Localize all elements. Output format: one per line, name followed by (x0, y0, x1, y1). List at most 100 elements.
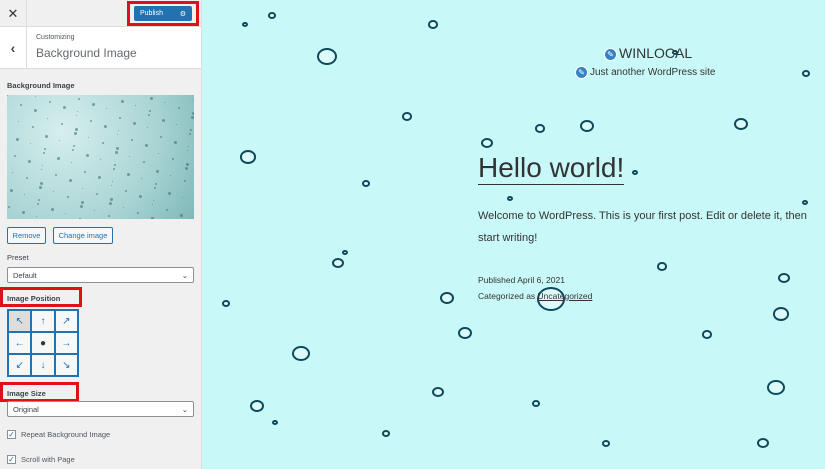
water-drop (268, 12, 276, 19)
water-drop (317, 48, 337, 65)
bg-image-label: Background Image (7, 81, 75, 90)
thumb-speck (32, 126, 34, 128)
thumb-speck (109, 202, 112, 205)
thumb-speck (26, 177, 28, 179)
position-bottom-right[interactable]: ↘ (54, 354, 78, 376)
checkmark-icon[interactable]: ✓ (7, 430, 16, 439)
position-right[interactable]: → (54, 332, 78, 354)
thumb-speck (118, 130, 119, 131)
thumb-speck (111, 185, 112, 186)
position-left[interactable]: ← (8, 332, 32, 354)
thumb-speck (191, 116, 194, 119)
close-icon[interactable]: ✕ (0, 0, 27, 27)
thumb-speck (170, 175, 171, 176)
thumb-speck (164, 102, 165, 103)
thumb-speck (34, 109, 37, 112)
thumb-speck (110, 198, 113, 201)
image-position-grid: ↖ ↑ ↗ ← ● → ↙ ↓ ↘ (7, 309, 79, 377)
thumb-speck (57, 157, 60, 160)
size-value: Original (13, 404, 39, 414)
thumb-speck (61, 123, 63, 125)
position-top-left[interactable]: ↖ (8, 310, 32, 332)
water-drop (632, 170, 638, 176)
thumb-speck (38, 199, 40, 201)
thumb-speck (119, 117, 121, 119)
category-link[interactable]: Uncategorized (538, 291, 593, 301)
thumb-speck (67, 196, 69, 198)
thumb-speck (113, 168, 115, 170)
thumb-speck (8, 206, 10, 208)
thumb-speck (116, 147, 119, 150)
water-drop (757, 438, 769, 449)
thumb-speck (14, 155, 16, 157)
thumb-speck (155, 183, 157, 185)
chevron-down-icon: ⌄ (181, 404, 188, 414)
thumb-speck (40, 182, 43, 185)
water-drop (428, 20, 438, 29)
water-drop (767, 380, 785, 396)
site-preview: ✎ WINLOCAL ✎ Just another WordPress site H… (202, 0, 825, 469)
thumb-speck (72, 149, 74, 151)
thumb-speck (150, 97, 153, 100)
thumb-speck (94, 210, 95, 211)
post-title-link[interactable]: Hello world! (478, 152, 625, 185)
position-center[interactable]: ● (31, 332, 55, 354)
thumb-speck (186, 163, 189, 166)
thumb-speck (75, 128, 78, 131)
scroll-checkbox[interactable]: ✓ Scroll with Page (7, 455, 75, 464)
thumb-speck (45, 135, 48, 138)
thumb-speck (78, 98, 80, 100)
thumb-speck (16, 138, 19, 141)
customizer-sidebar: ✕ Publish ⚙ ‹ Customizing Background Imag… (0, 0, 202, 469)
gear-icon[interactable]: ⚙ (180, 10, 186, 18)
thumb-speck (106, 108, 107, 109)
thumb-speck (162, 119, 165, 122)
edit-pencil-icon[interactable]: ✎ (575, 66, 588, 79)
thumb-speck (192, 112, 194, 115)
thumb-speck (152, 204, 153, 205)
thumb-speck (82, 188, 83, 189)
thumb-speck (108, 215, 110, 217)
thumb-speck (174, 141, 177, 144)
thumb-speck (149, 110, 151, 112)
thumb-speck (135, 105, 136, 106)
site-title[interactable]: ✎ WINLOCAL (604, 45, 692, 61)
remove-button[interactable]: Remove (7, 227, 46, 244)
thumb-speck (22, 211, 25, 214)
thumb-speck (172, 158, 174, 160)
water-drop (242, 22, 248, 28)
repeat-checkbox[interactable]: ✓ Repeat Background Image (7, 430, 110, 439)
thumb-speck (96, 193, 98, 195)
position-top-right[interactable]: ↗ (54, 310, 78, 332)
thumb-speck (125, 190, 127, 192)
water-drop (802, 70, 810, 77)
position-bottom-left[interactable]: ↙ (8, 354, 32, 376)
change-image-button[interactable]: Change image (53, 227, 113, 244)
thumb-speck (7, 95, 8, 96)
thumb-speck (63, 106, 66, 109)
publish-button[interactable]: Publish ⚙ (134, 6, 192, 21)
preset-select[interactable]: Default ⌄ (7, 267, 194, 283)
image-size-select[interactable]: Original ⌄ (7, 401, 194, 417)
water-drop (382, 430, 390, 437)
thumb-speck (158, 153, 159, 154)
water-drop (362, 180, 370, 187)
thumb-speck (69, 179, 72, 182)
water-drop (778, 273, 790, 284)
image-position-label: Image Position (7, 294, 61, 303)
position-bottom[interactable]: ↓ (31, 354, 55, 376)
thumb-speck (153, 200, 154, 201)
back-chevron-icon[interactable]: ‹ (0, 27, 27, 69)
edit-pencil-icon[interactable]: ✎ (604, 47, 617, 61)
position-top[interactable]: ↑ (31, 310, 55, 332)
thumb-speck (176, 124, 177, 125)
thumb-speck (47, 118, 48, 119)
publish-highlight: Publish ⚙ (127, 1, 199, 26)
thumb-speck (84, 171, 86, 173)
thumb-speck (193, 99, 194, 100)
post-categories: Categorized as Uncategorized (478, 291, 592, 301)
thumb-speck (104, 125, 107, 128)
water-drop (342, 250, 348, 256)
checkmark-icon[interactable]: ✓ (7, 455, 16, 464)
thumb-speck (30, 143, 31, 144)
